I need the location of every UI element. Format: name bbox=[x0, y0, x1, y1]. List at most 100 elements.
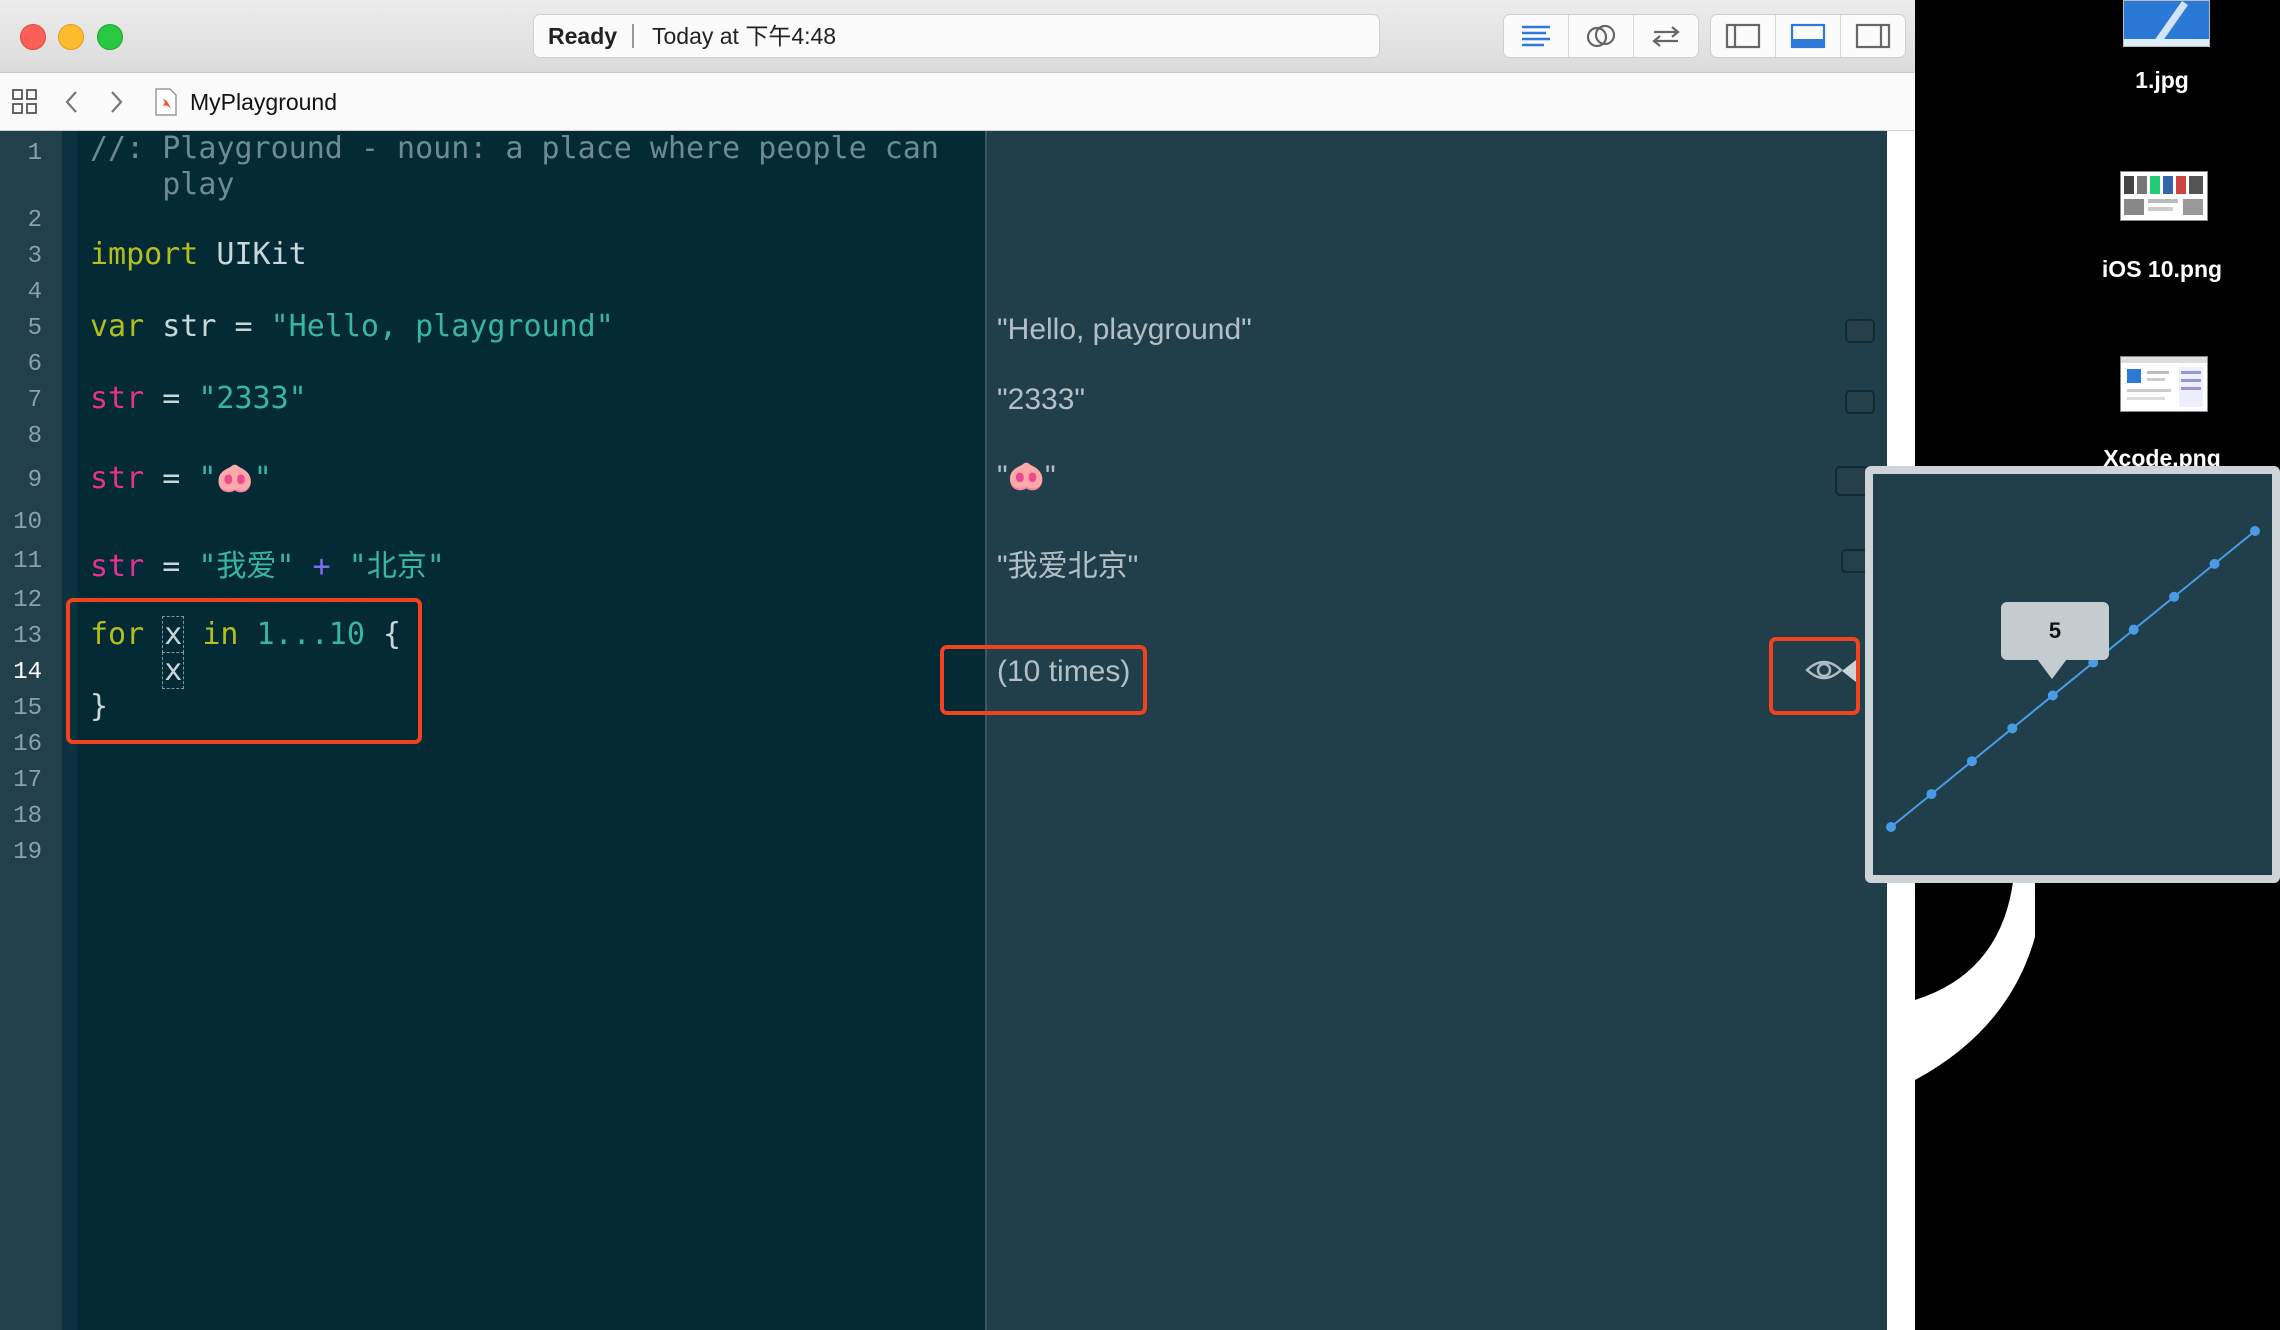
variable-token: str bbox=[90, 381, 145, 416]
line-number: 10 bbox=[13, 509, 42, 536]
code-line-assign-2333: str = "2333" bbox=[90, 381, 307, 416]
window-titlebar: Ready Today at 下午4:48 bbox=[0, 0, 1915, 73]
swift-file-icon bbox=[155, 88, 177, 116]
graph-value-tooltip: 5 bbox=[2001, 602, 2109, 660]
code-comment-line-wrap: play bbox=[90, 167, 235, 202]
line-number: 16 bbox=[13, 731, 42, 758]
quick-look-button-line7[interactable] bbox=[1845, 390, 1875, 414]
string-token: "Hello, playground" bbox=[270, 309, 614, 344]
code-line-concat: str = "我爱" + "北京" bbox=[90, 541, 445, 585]
code-line-import: import UIKit bbox=[90, 237, 307, 272]
line-number: 19 bbox=[13, 839, 42, 866]
line-number: 15 bbox=[13, 695, 42, 722]
desktop-icon-label-1jpg[interactable]: 1.jpg bbox=[2072, 67, 2252, 94]
plus-operator-token: + bbox=[294, 549, 349, 584]
line-number: 2 bbox=[27, 207, 42, 234]
back-chevron-icon[interactable] bbox=[60, 87, 84, 117]
line-number: 12 bbox=[13, 587, 42, 614]
variable-token: str bbox=[90, 549, 145, 584]
line-number: 8 bbox=[27, 423, 42, 450]
highlight-eye-button bbox=[1769, 637, 1860, 715]
results-sidebar: "Hello, playground" "2333" "🐽" "我爱北京" (1… bbox=[985, 131, 1889, 1330]
code-line-var: var str = "Hello, playground" bbox=[90, 309, 614, 344]
line-number: 5 bbox=[27, 315, 42, 342]
line-number: 4 bbox=[27, 279, 42, 306]
standard-editor-button[interactable] bbox=[1504, 15, 1569, 57]
line-number: 17 bbox=[13, 767, 42, 794]
forward-chevron-icon[interactable] bbox=[104, 87, 128, 117]
version-editor-icon bbox=[1652, 26, 1680, 47]
module-token: UIKit bbox=[198, 237, 307, 272]
value-history-chart bbox=[1886, 526, 2260, 832]
result-value-line7[interactable]: "2333" bbox=[997, 383, 1085, 417]
jump-bar: MyPlayground bbox=[0, 73, 1915, 131]
code-comment-line: //: Playground - noun: a place where peo… bbox=[90, 131, 939, 166]
line-number: 9 bbox=[27, 467, 42, 494]
xcode-thumb-image bbox=[2121, 357, 2207, 407]
version-editor-button[interactable] bbox=[1634, 15, 1698, 57]
line-number: 7 bbox=[27, 387, 42, 414]
data-point-2[interactable] bbox=[1926, 789, 1937, 800]
toggle-utilities-button[interactable] bbox=[1841, 15, 1905, 57]
right-panel-icon bbox=[1855, 23, 1891, 49]
keyword-token: var bbox=[90, 309, 145, 344]
editor-mode-control bbox=[1503, 14, 1699, 58]
line-number: 11 bbox=[13, 548, 42, 575]
line-number: 13 bbox=[13, 623, 42, 650]
data-point-10[interactable] bbox=[2250, 526, 2260, 536]
highlight-for-loop bbox=[66, 598, 422, 744]
minimize-window-button[interactable] bbox=[58, 24, 84, 50]
data-point-3[interactable] bbox=[1966, 756, 1977, 767]
bottom-panel-icon bbox=[1790, 23, 1826, 49]
graph-tooltip-tail bbox=[2037, 659, 2067, 679]
standard-editor-icon bbox=[1522, 25, 1550, 47]
data-point-4[interactable] bbox=[2007, 723, 2018, 734]
xcode-hammer-icon bbox=[2124, 1, 2209, 46]
line-number-current: 14 bbox=[13, 659, 42, 686]
toggle-debug-area-button[interactable] bbox=[1776, 15, 1841, 57]
data-point-5[interactable] bbox=[2047, 690, 2058, 701]
status-separator bbox=[632, 24, 634, 48]
ios10-thumb-image bbox=[2124, 176, 2203, 215]
zoom-window-button[interactable] bbox=[97, 24, 123, 50]
variable-token: str bbox=[90, 461, 145, 496]
operator-token: = bbox=[144, 549, 199, 584]
status-ready-label: Ready bbox=[548, 23, 618, 49]
wallpaper-arc bbox=[1915, 860, 2035, 1080]
line-number: 1 bbox=[27, 140, 42, 167]
desktop-icon-label-ios10[interactable]: iOS 10.png bbox=[2072, 256, 2252, 283]
desktop-icon-1jpg-thumb[interactable] bbox=[2123, 0, 2210, 47]
string-token: "我爱" bbox=[198, 549, 295, 584]
result-value-line9[interactable]: "🐽" bbox=[997, 459, 1056, 494]
value-history-graph-area bbox=[1873, 474, 2272, 875]
string-token: "🐽" bbox=[198, 461, 272, 496]
data-point-8[interactable] bbox=[2169, 591, 2180, 602]
series-line bbox=[1890, 530, 2256, 828]
value-history-popover bbox=[1865, 466, 2280, 883]
line-number: 18 bbox=[13, 803, 42, 830]
left-panel-icon bbox=[1725, 23, 1761, 49]
desktop-icon-xcode-thumb[interactable] bbox=[2120, 356, 2208, 412]
result-value-line5[interactable]: "Hello, playground" bbox=[997, 313, 1252, 347]
data-point-1[interactable] bbox=[1886, 822, 1896, 832]
file-breadcrumb-title[interactable]: MyPlayground bbox=[190, 87, 337, 117]
line-number: 6 bbox=[27, 351, 42, 378]
data-point-9[interactable] bbox=[2209, 558, 2220, 569]
string-token: "2333" bbox=[198, 381, 307, 416]
related-items-grid-icon[interactable] bbox=[10, 87, 40, 117]
line-number-gutter: 1 2 3 4 5 6 7 8 9 10 11 12 13 14 15 16 1… bbox=[0, 131, 62, 1330]
quick-look-button-line5[interactable] bbox=[1845, 319, 1875, 343]
operator-token: = bbox=[144, 381, 199, 416]
code-line-assign-pig: str = "🐽" bbox=[90, 461, 272, 496]
data-point-7[interactable] bbox=[2128, 624, 2139, 635]
toggle-navigator-button[interactable] bbox=[1711, 15, 1776, 57]
result-value-line11[interactable]: "我爱北京" bbox=[997, 541, 1138, 585]
keyword-token: import bbox=[90, 237, 199, 272]
assistant-editor-icon bbox=[1586, 24, 1616, 48]
close-window-button[interactable] bbox=[20, 24, 46, 50]
desktop-icon-ios10-thumb[interactable] bbox=[2120, 171, 2208, 221]
status-time-label: Today at 下午4:48 bbox=[652, 23, 837, 49]
assistant-editor-button[interactable] bbox=[1569, 15, 1634, 57]
highlight-times-result bbox=[940, 645, 1147, 715]
activity-status-bar: Ready Today at 下午4:48 bbox=[533, 14, 1380, 58]
